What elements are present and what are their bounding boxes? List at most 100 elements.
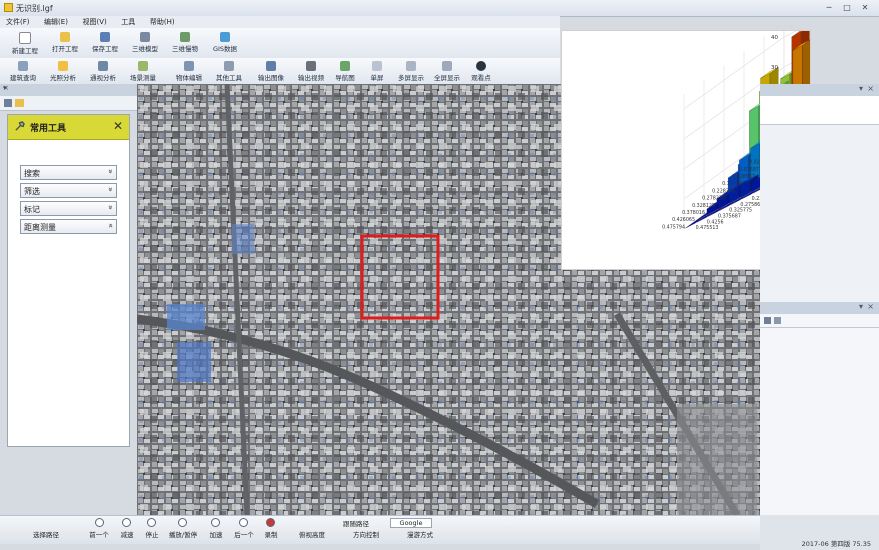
overlook-height-control[interactable]: 俯视高度 xyxy=(290,529,334,539)
accordion-distance-measure[interactable]: 距离测量 » xyxy=(20,219,117,234)
folder-icon[interactable] xyxy=(15,99,24,107)
right-dock-bottom xyxy=(760,314,879,515)
minimize-icon[interactable]: ─ xyxy=(821,2,837,13)
stop-icon[interactable] xyxy=(147,518,156,527)
menu-file[interactable]: 文件(F) xyxy=(0,16,36,28)
close-panel-icon[interactable]: × xyxy=(3,84,134,92)
gis-data-button[interactable]: GIS数据 xyxy=(208,30,242,53)
x-tick-label: 0.328125 xyxy=(692,203,715,209)
slow-down-icon[interactable] xyxy=(122,518,131,527)
search-icon xyxy=(18,61,28,71)
sun-icon xyxy=(58,61,68,71)
ruler-icon xyxy=(138,61,148,71)
tool-icon[interactable] xyxy=(774,317,781,324)
accordion-mark[interactable]: 标记 » xyxy=(20,201,117,216)
3d-object-button[interactable]: 三维慢物 xyxy=(168,30,202,53)
open-project-button[interactable]: 打开工程 xyxy=(48,30,82,53)
eye-line-icon xyxy=(98,61,108,71)
tools-icon xyxy=(15,121,25,131)
video-icon xyxy=(306,61,316,71)
next-button[interactable]: 后一个 xyxy=(229,529,259,539)
new-file-icon xyxy=(19,32,31,44)
tool-icon[interactable] xyxy=(764,317,771,324)
chevron-up-icon: » xyxy=(106,223,116,228)
nav-map-button[interactable]: 导航图 xyxy=(330,59,360,82)
right-top-content xyxy=(760,96,879,125)
menu-bar: 文件(F) 编辑(E) 视图(V) 工具 帮助(H) xyxy=(0,16,560,28)
divider xyxy=(760,327,879,328)
chevron-down-icon: » xyxy=(106,205,116,210)
previous-icon[interactable] xyxy=(95,518,104,527)
menu-view[interactable]: 视图(V) xyxy=(76,16,112,28)
menu-edit[interactable]: 编辑(E) xyxy=(38,16,74,28)
eye-icon xyxy=(476,61,486,71)
list-icon[interactable] xyxy=(4,99,12,107)
save-project-button[interactable]: 保存工程 xyxy=(88,30,122,53)
light-analysis-button[interactable]: 光照分析 xyxy=(46,59,80,82)
viewpoint-button[interactable]: 观看点 xyxy=(466,59,496,82)
follow-path-toggle[interactable]: 跟随路径 xyxy=(336,518,376,528)
common-tools-header: 常用工具 ✕ xyxy=(8,115,129,140)
accordion-search[interactable]: 搜索 » xyxy=(20,165,117,180)
close-panel-icon[interactable]: × xyxy=(867,84,874,93)
main-toolbar: 新建工程 打开工程 保存工程 三维模型 三维慢物 GIS数据 xyxy=(0,28,560,59)
speed-up-icon[interactable] xyxy=(211,518,220,527)
title-bar: 无识别.lgf ─ □ ✕ xyxy=(0,0,879,17)
select-path-button[interactable]: 选择路径 xyxy=(22,529,70,539)
new-project-button[interactable]: 新建工程 xyxy=(8,30,42,55)
x-tick-label: 0.228348 xyxy=(712,188,735,194)
x-tick-label: 0.278238 xyxy=(702,196,725,202)
building-query-button[interactable]: 建筑查询 xyxy=(6,59,40,82)
export-video-button[interactable]: 输出视频 xyxy=(294,59,328,82)
building-icon xyxy=(140,32,150,42)
record-icon[interactable] xyxy=(266,518,275,527)
3d-model-button[interactable]: 三维模型 xyxy=(128,30,162,53)
maximize-icon[interactable]: □ xyxy=(839,2,855,13)
visibility-analysis-button[interactable]: 通视分析 xyxy=(86,59,120,82)
y-tick-label: 0.4256 xyxy=(707,219,724,225)
next-icon[interactable] xyxy=(239,518,248,527)
pin-icon[interactable]: ▾ xyxy=(859,84,863,93)
playback-bar: 选择路径 前一个 减速 停止 播放/暂停 加速 后一个 录制 跟随路径 Goog… xyxy=(0,515,760,544)
app-icon xyxy=(4,3,13,12)
menu-tools[interactable]: 工具 xyxy=(115,16,141,28)
play-pause-icon[interactable] xyxy=(178,518,187,527)
screen-icon xyxy=(372,61,382,71)
common-tools-title: 常用工具 xyxy=(30,124,67,134)
map-icon xyxy=(340,61,350,71)
direction-control[interactable]: 方向控制 xyxy=(344,529,388,539)
record-button[interactable]: 录制 xyxy=(256,529,286,539)
export-image-button[interactable]: 输出图像 xyxy=(254,59,288,82)
pin-icon[interactable]: ▾ xyxy=(859,302,863,311)
accordion-filter[interactable]: 筛选 » xyxy=(20,183,117,198)
chevron-down-icon: » xyxy=(106,169,116,174)
x-tick-label: 0.426065 xyxy=(672,217,695,223)
status-bar: 2017-06 第四版 75.35 xyxy=(760,515,879,550)
tree-icon xyxy=(180,32,190,42)
object-edit-button[interactable]: 物体编辑 xyxy=(172,59,206,82)
fullscreen-button[interactable]: 全屏显示 xyxy=(430,59,464,82)
scene-measure-button[interactable]: 场景测量 xyxy=(126,59,160,82)
close-icon[interactable]: ✕ xyxy=(857,2,873,13)
roam-mode-control[interactable]: 漫游方式 xyxy=(398,529,442,539)
y-tick-label: 0.375687 xyxy=(718,214,741,220)
previous-button[interactable]: 前一个 xyxy=(84,529,114,539)
z-tick-label: 40 xyxy=(771,35,778,41)
close-icon[interactable]: ✕ xyxy=(113,119,123,133)
other-tools-button[interactable]: 其他工具 xyxy=(212,59,246,82)
x-tick-label: 0.128567 xyxy=(732,174,755,180)
close-panel-icon[interactable]: × xyxy=(867,302,874,311)
single-screen-button[interactable]: 单屏 xyxy=(362,59,392,82)
x-tick-label: 0.475794 xyxy=(662,224,685,230)
status-text: 2017-06 第四版 75.35 xyxy=(801,540,871,548)
x-tick-label: 0.178387 xyxy=(722,181,745,187)
play-pause-button[interactable]: 播放/暂停 xyxy=(163,529,203,539)
multi-screen-button[interactable]: 多屏显示 xyxy=(394,59,428,82)
speed-up-button[interactable]: 加速 xyxy=(201,529,231,539)
folder-icon xyxy=(60,32,70,42)
map-source-select[interactable]: Google xyxy=(390,518,432,528)
multi-screen-icon xyxy=(406,61,416,71)
left-dock-toolbar xyxy=(0,96,137,111)
menu-help[interactable]: 帮助(H) xyxy=(144,16,181,28)
wrench-icon xyxy=(224,61,234,71)
